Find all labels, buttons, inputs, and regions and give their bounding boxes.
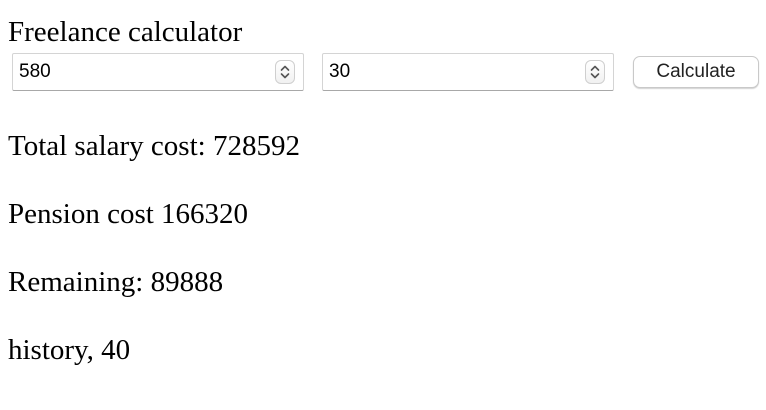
second-number-field[interactable] — [322, 53, 614, 91]
first-number-stepper[interactable] — [275, 60, 295, 84]
first-number-field[interactable] — [12, 53, 304, 91]
history-text: history, 40 — [8, 334, 131, 366]
up-down-chevron-icon — [590, 65, 600, 79]
pension-cost-text: Pension cost 166320 — [8, 198, 249, 230]
second-number-input[interactable] — [323, 54, 578, 90]
second-number-stepper[interactable] — [585, 60, 605, 84]
total-salary-cost-text: Total salary cost: 728592 — [8, 130, 300, 162]
up-down-chevron-icon — [280, 65, 290, 79]
remaining-text: Remaining: 89888 — [8, 266, 224, 298]
first-number-input[interactable] — [13, 54, 268, 90]
calculate-button[interactable]: Calculate — [633, 56, 759, 88]
page-title: Freelance calculator — [8, 16, 243, 48]
